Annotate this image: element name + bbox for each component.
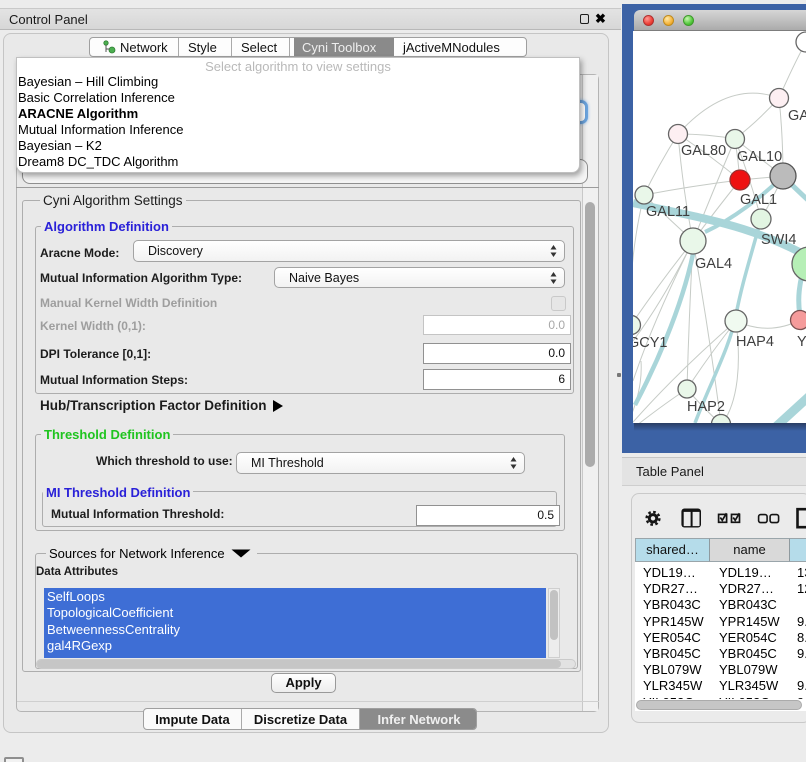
svg-text:GAL7: GAL7 xyxy=(788,108,806,124)
svg-text:GAL10: GAL10 xyxy=(737,149,782,165)
svg-text:HAP4: HAP4 xyxy=(736,334,774,350)
svg-text:GAL1: GAL1 xyxy=(740,192,777,208)
svg-text:GAL4: GAL4 xyxy=(695,256,732,272)
svg-text:SWI4: SWI4 xyxy=(761,232,796,248)
svg-text:Y: Y xyxy=(797,334,806,350)
svg-text:GAL80: GAL80 xyxy=(681,143,726,159)
svg-text:HAP2: HAP2 xyxy=(687,399,725,415)
svg-text:GCY1: GCY1 xyxy=(633,335,668,351)
svg-text:GAL11: GAL11 xyxy=(646,204,690,220)
